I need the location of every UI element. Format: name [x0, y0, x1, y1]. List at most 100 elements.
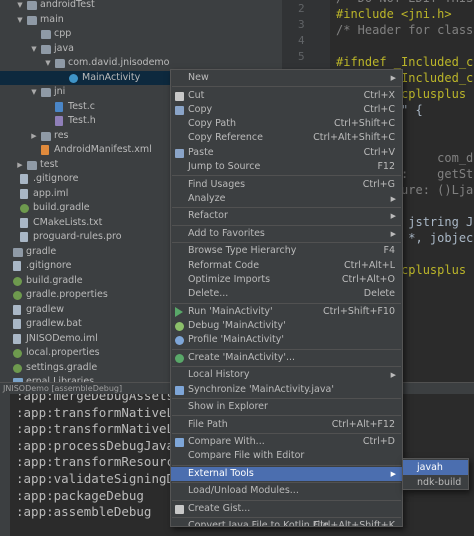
submenu-item-ndk-build[interactable]: ndk-build [403, 475, 468, 490]
tree-item-java[interactable]: ▼ java [0, 42, 282, 57]
menu-item-label: New [188, 72, 209, 83]
menu-item-find-usages[interactable]: Find Usages Ctrl+G [171, 178, 402, 192]
menu-item-browse-type-hierarchy[interactable]: Browse Type Hierarchy F4 [171, 244, 402, 258]
scissors-icon [175, 91, 184, 101]
menu-item-debug-mainactivity[interactable]: Debug 'MainActivity' [171, 319, 402, 333]
menu-item-shortcut: Ctrl+Alt+Shift+C [313, 132, 395, 144]
gradle-icon [13, 349, 22, 358]
sync-icon [175, 385, 184, 395]
tree-item-label: gradle.properties [26, 289, 108, 300]
line-number: 3 [298, 18, 305, 31]
tree-item-cpp[interactable]: cpp [0, 27, 282, 42]
console-line: :app:validateSigningDeb [16, 471, 190, 486]
menu-separator [172, 517, 401, 519]
cfile-icon [55, 101, 63, 112]
menu-item-refactor[interactable]: Refactor ▶ [171, 209, 402, 223]
chevron-right-icon[interactable]: ▶ [30, 129, 38, 144]
menu-item-label: Paste [188, 146, 214, 158]
menu-item-paste[interactable]: Paste Ctrl+V [171, 146, 402, 160]
tree-item-label: androidTest [40, 0, 95, 10]
menu-item-analyze[interactable]: Analyze ▶ [171, 192, 402, 206]
tree-item-label: JNISODemo.iml [26, 332, 98, 344]
menu-item-optimize-imports[interactable]: Optimize Imports Ctrl+Alt+O [171, 273, 402, 287]
menu-item-local-history[interactable]: Local History ▶ [171, 368, 402, 382]
menu-item-reformat-code[interactable]: Reformat Code Ctrl+Alt+L [171, 259, 402, 273]
menu-separator [172, 415, 401, 417]
menu-item-label: Find Usages [188, 178, 246, 190]
menu-item-convert-java-file-to-kotlin-file[interactable]: Convert Java File to Kotlin File Ctrl+Alt… [171, 519, 402, 527]
submenu-arrow-icon: ▶ [390, 469, 396, 478]
menu-item-copy-reference[interactable]: Copy Reference Ctrl+Alt+Shift+C [171, 131, 402, 145]
external-tools-submenu: javah ndk-build [402, 458, 469, 490]
menu-item-external-tools[interactable]: External Tools ▶ [171, 466, 402, 482]
tree-item-label: MainActivity [82, 71, 141, 83]
menu-item-shortcut: Ctrl+V [363, 146, 395, 158]
chevron-down-icon[interactable]: ▼ [16, 0, 24, 13]
tree-item-label: gradlew [26, 303, 65, 315]
menu-item-create-mainactivity[interactable]: Create 'MainActivity'... [171, 351, 402, 365]
chevron-down-icon[interactable]: ▼ [30, 42, 38, 57]
menu-item-copy-path[interactable]: Copy Path Ctrl+Shift+C [171, 117, 402, 131]
menu-separator [172, 302, 401, 304]
submenu-item-javah[interactable]: javah [403, 460, 468, 475]
menu-item-cut[interactable]: Cut Ctrl+X [171, 89, 402, 103]
menu-item-label: Synchronize 'MainActivity.java' [188, 383, 334, 395]
paste-icon [175, 148, 184, 158]
menu-item-label: Load/Unload Modules... [188, 485, 299, 497]
folder-icon [27, 1, 37, 10]
console-line: :app:transformNativeLib [16, 404, 190, 420]
menu-item-compare-file-with-editor[interactable]: Compare File with Editor [171, 449, 402, 463]
tree-item-label: jni [54, 86, 66, 97]
class-icon [69, 73, 78, 83]
menu-item-create-gist[interactable]: Create Gist... [171, 502, 402, 516]
menu-item-profile-mainactivity[interactable]: Profile 'MainActivity' [171, 333, 402, 347]
chevron-down-icon[interactable]: ▼ [30, 85, 38, 100]
menu-separator [172, 348, 401, 350]
tree-item-label: test [40, 158, 59, 170]
context-menu: New ▶ Cut Ctrl+X Copy Ctrl+C Copy Path Ctrl+Shi… [170, 69, 403, 527]
menu-item-shortcut: Ctrl+Shift+F10 [323, 305, 395, 317]
console-gutter [0, 394, 10, 536]
menu-item-jump-to-source[interactable]: Jump to Source F12 [171, 160, 402, 174]
compare-icon [175, 438, 184, 448]
menu-item-compare-with[interactable]: Compare With... Ctrl+D [171, 435, 402, 449]
menu-item-file-path[interactable]: File Path Ctrl+Alt+F12 [171, 418, 402, 432]
menu-item-synchronize-mainactivity-java[interactable]: Synchronize 'MainActivity.java' [171, 383, 402, 397]
console-line: :app:transformNativeLib [16, 421, 190, 437]
menu-item-shortcut: Delete [363, 288, 395, 300]
chevron-down-icon[interactable]: ▼ [44, 56, 52, 71]
code-line: #ifndef _Included_com [336, 55, 474, 69]
tree-item-main[interactable]: ▼ main [0, 13, 282, 28]
menu-item-copy[interactable]: Copy Ctrl+C [171, 103, 402, 117]
folder-icon [27, 15, 37, 25]
copy-icon [175, 105, 184, 115]
menu-item-new[interactable]: New ▶ [171, 71, 402, 85]
chevron-right-icon[interactable]: ▶ [16, 158, 24, 173]
gradle-icon [20, 204, 29, 213]
menu-item-shortcut: Ctrl+Alt+Shift+K [313, 520, 395, 527]
menu-item-show-in-explorer[interactable]: Show in Explorer [171, 400, 402, 414]
menu-item-add-to-favorites[interactable]: Add to Favorites ▶ [171, 227, 402, 241]
chevron-down-icon[interactable]: ▼ [16, 13, 24, 28]
file-icon [20, 188, 28, 199]
xml-icon [41, 145, 49, 155]
menu-item-label: Refactor [188, 210, 228, 222]
menu-item-shortcut: Ctrl+Shift+C [333, 118, 395, 130]
menu-item-load-unload-modules[interactable]: Load/Unload Modules... [171, 484, 402, 498]
menu-item-shortcut: Ctrl+C [363, 103, 396, 115]
menu-item-shortcut: Ctrl+G [362, 178, 395, 190]
menu-item-label: Jump to Source [188, 161, 261, 172]
folder-icon [13, 247, 23, 257]
tree-item-label: .gitignore [26, 260, 72, 271]
tree-item-label: build.gradle [33, 202, 90, 213]
line-number: 2 [298, 2, 305, 15]
tree-item-androidtest[interactable]: ▼ androidTest [0, 0, 282, 13]
profile-icon [175, 336, 184, 346]
menu-item-label: File Path [188, 418, 228, 430]
tree-item-label: app.iml [33, 187, 69, 199]
menu-item-delete[interactable]: Delete... Delete [171, 287, 402, 301]
menu-item-label: Create Gist... [188, 502, 251, 514]
submenu-item-label: ndk-build [417, 477, 462, 488]
menu-item-run-mainactivity[interactable]: Run 'MainActivity' Ctrl+Shift+F10 [171, 305, 402, 319]
menu-item-label: Run 'MainActivity' [188, 305, 273, 317]
